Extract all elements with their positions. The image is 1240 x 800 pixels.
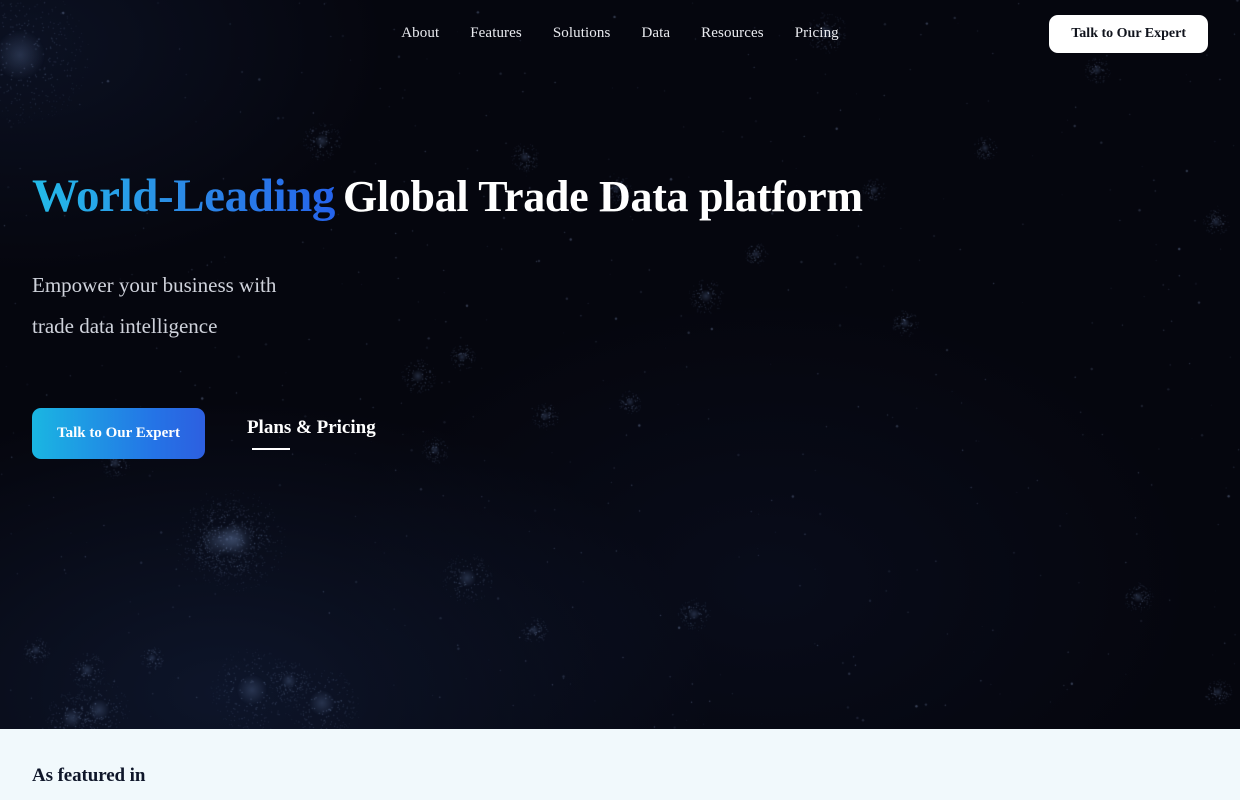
hero-subtitle: Empower your business with trade data in… — [32, 265, 502, 348]
hero-headline: World-Leading Global Trade Data platform — [32, 170, 1240, 222]
nav-item-features[interactable]: Features — [470, 25, 522, 42]
hero-subtitle-line-2: trade data intelligence — [32, 314, 218, 339]
nav-item-solutions[interactable]: Solutions — [553, 25, 611, 42]
hero-cta-row: Talk to Our Expert Plans & Pricing — [32, 407, 1240, 459]
top-navigation: About Features Solutions Data Resources … — [0, 0, 1240, 67]
featured-in-title: As featured in — [32, 765, 146, 786]
hero-subtitle-line-1: Empower your business with — [32, 272, 277, 297]
nav-item-resources[interactable]: Resources — [701, 25, 764, 42]
hero-talk-to-expert-button[interactable]: Talk to Our Expert — [32, 407, 205, 459]
nav-item-pricing[interactable]: Pricing — [795, 25, 839, 42]
nav-item-data[interactable]: Data — [641, 25, 670, 42]
hero-section: About Features Solutions Data Resources … — [0, 0, 1240, 729]
nav-talk-to-expert-button[interactable]: Talk to Our Expert — [1049, 14, 1208, 53]
hero-headline-accent: World-Leading — [32, 170, 335, 222]
landing-page: About Features Solutions Data Resources … — [0, 0, 1240, 800]
hero-plans-and-pricing-link[interactable]: Plans & Pricing — [247, 417, 376, 450]
featured-in-section: As featured in — [0, 729, 1240, 800]
hero-content: World-Leading Global Trade Data platform… — [0, 67, 1240, 459]
hero-headline-main: Global Trade Data platform — [342, 172, 863, 221]
nav-item-about[interactable]: About — [401, 25, 439, 42]
